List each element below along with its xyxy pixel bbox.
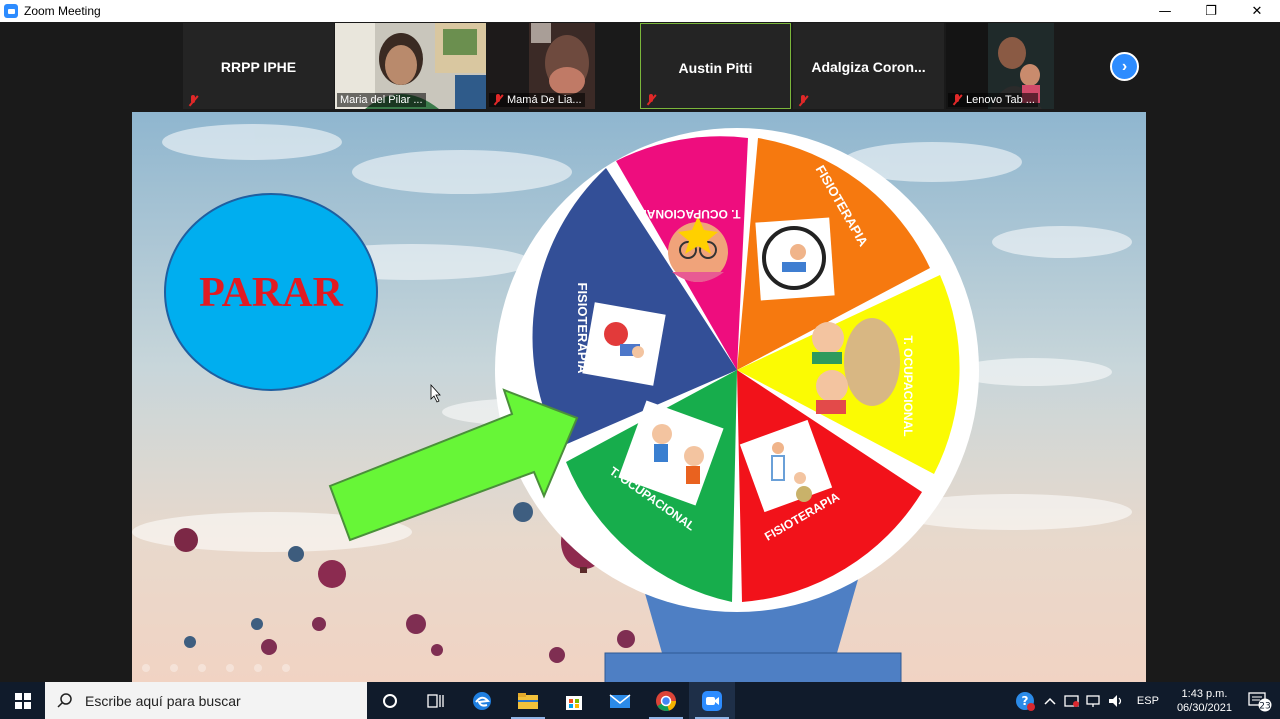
participant-name: Austin Pitti [678,60,753,76]
taskbar-chrome[interactable] [643,682,689,719]
balloon-icon [174,528,198,552]
taskbar-zoom[interactable] [689,682,735,719]
chrome-icon [656,690,677,711]
mic-muted-icon [797,94,809,106]
stop-button-label: PARAR [199,270,344,316]
taskbar-store[interactable] [551,682,597,719]
zoom-logo-icon [4,4,18,18]
shared-screen: T. OCUPACIONAL FISIOTERAPIA T. OCUPACION… [132,112,1146,682]
balloon-icon [312,617,326,631]
balloon-icon [513,502,533,522]
restore-button[interactable]: ❐ [1188,0,1234,22]
mic-muted-icon [951,94,963,106]
balloon-icon [261,639,277,655]
mic-muted-icon [492,94,504,106]
windows-logo-icon [14,692,31,709]
participant-name-tag: Mamá De Lia... [489,93,585,107]
windows-taskbar: Escribe aquí para buscar ? ESP 1:43 p.m.… [0,682,1280,719]
taskbar-edge[interactable] [459,682,505,719]
participant-video-tile[interactable]: Lenovo Tab ... [946,23,1054,109]
participant-name: Adalgiza Coron... [811,59,926,75]
task-view-icon [427,693,444,708]
task-view-button[interactable] [413,682,459,719]
system-tray: ? ESP 1:43 p.m. 06/30/2021 23 [1011,682,1280,719]
participant-video-tile[interactable]: Mamá De Lia... [487,23,595,109]
mic-muted-icon [187,94,199,106]
input-language[interactable]: ESP [1127,695,1169,707]
balloon-icon [184,636,196,648]
shield-alert-icon [1064,694,1079,707]
clock-date: 06/30/2021 [1176,701,1232,714]
security-tray-item[interactable] [1061,682,1083,719]
participant-name: Maria del Pilar ... [340,94,423,106]
minimize-button[interactable]: — [1142,0,1188,22]
speaker-icon [1108,694,1122,707]
wheel-label: T. OCUPACIONAL [901,335,915,436]
participant-name: Lenovo Tab ... [966,94,1035,106]
participant-name-tag: Maria del Pilar ... [337,93,426,107]
start-button[interactable] [0,682,45,719]
show-hidden-icons-button[interactable] [1039,682,1061,719]
balloon-icon [549,647,565,663]
spinning-wheel[interactable]: T. OCUPACIONAL FISIOTERAPIA T. OCUPACION… [495,128,979,612]
window-title: Zoom Meeting [24,4,101,18]
participant-tile-active-speaker[interactable]: Austin Pitti [640,23,791,109]
network-icon [1086,694,1100,707]
zoom-icon [702,690,722,711]
help-icon: ? [1015,691,1035,711]
participant-strip: RRPP IPHE Maria del Pilar ... Mamá De Li… [0,22,1280,112]
participant-video-tile[interactable]: Maria del Pilar ... [335,23,486,109]
wheel-label: T. OCUPACIONAL [639,207,740,221]
chevron-up-icon [1044,697,1056,705]
mail-icon [609,693,631,708]
participant-name: Mamá De Lia... [507,94,582,106]
slide-canvas: T. OCUPACIONAL FISIOTERAPIA T. OCUPACION… [132,112,1146,682]
cortana-circle-icon [383,693,397,708]
balloon-icon [251,618,263,630]
next-page-button[interactable]: › [1110,52,1139,81]
participant-tile[interactable]: RRPP IPHE [183,23,334,109]
volume-tray-item[interactable] [1105,682,1127,719]
cortana-button[interactable] [367,682,413,719]
title-bar: Zoom Meeting — ❐ ✕ [0,0,1280,22]
search-placeholder: Escribe aquí para buscar [85,692,241,709]
mic-muted-icon [645,93,657,105]
notifications-icon: 23 [1248,691,1272,711]
balloon-icon [288,546,304,562]
taskbar-search[interactable]: Escribe aquí para buscar [45,682,367,719]
wheel-base [604,652,902,682]
close-button[interactable]: ✕ [1234,0,1280,22]
folder-icon [518,692,538,709]
search-icon [57,692,72,708]
balloon-icon [431,644,443,656]
balloon-icon [318,560,346,588]
child-exercise-illustration [582,302,666,386]
participant-name: RRPP IPHE [220,59,297,75]
taskbar-mail[interactable] [597,682,643,719]
store-bag-icon [566,695,582,710]
taskbar-clock[interactable]: 1:43 p.m. 06/30/2021 [1169,687,1240,715]
participant-name-tag: Lenovo Tab ... [948,93,1038,107]
therapy-card-illustration [755,217,835,301]
notification-count: 23 [1259,701,1270,711]
wheel-label: FISIOTERAPIA [575,282,590,374]
participant-tile[interactable]: Adalgiza Coron... [793,23,944,109]
clock-time: 1:43 p.m. [1181,687,1228,700]
balloon-icon [617,630,635,648]
action-center-button[interactable]: 23 [1240,682,1280,719]
taskbar-file-explorer[interactable] [505,682,551,719]
edge-icon [473,691,491,710]
help-tray-item[interactable]: ? [1011,682,1039,719]
window-controls: — ❐ ✕ [1142,0,1280,22]
network-tray-item[interactable] [1083,682,1105,719]
stop-button[interactable]: PARAR [164,193,378,391]
balloon-icon [406,614,426,634]
